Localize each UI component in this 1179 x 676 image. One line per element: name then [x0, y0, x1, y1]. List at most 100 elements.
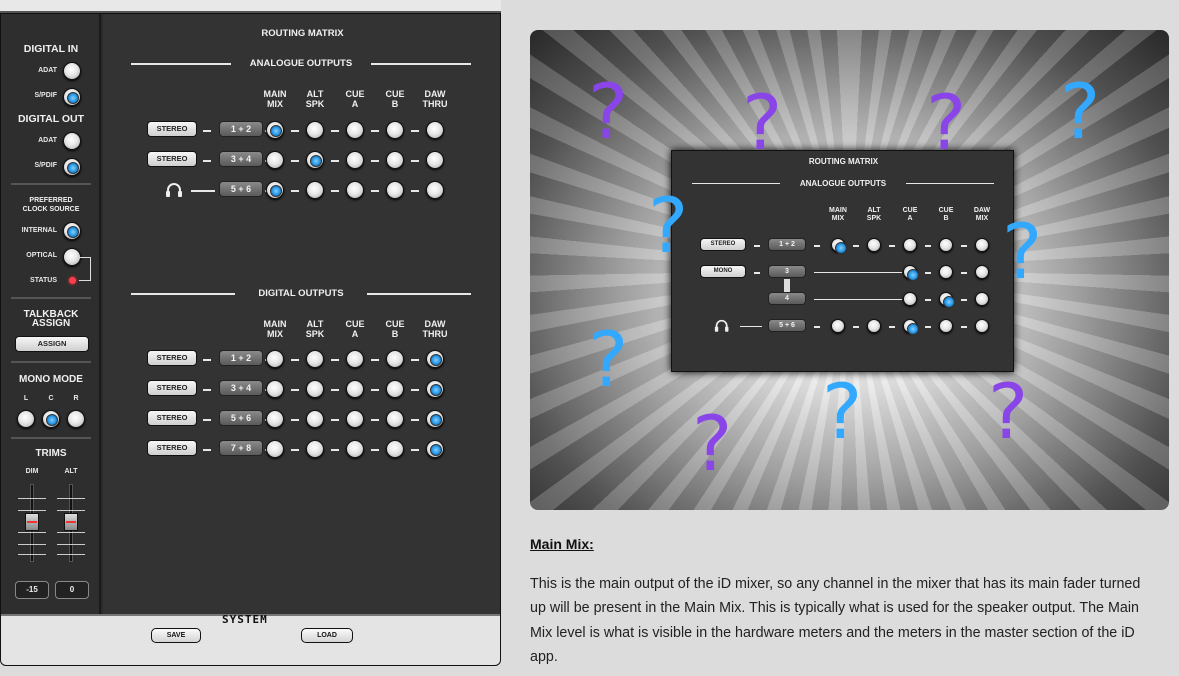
analogue-route-radio[interactable] — [386, 181, 404, 199]
digital-route-radio[interactable] — [346, 380, 364, 398]
connector-dash — [291, 389, 299, 391]
digital-route-radio[interactable] — [346, 350, 364, 368]
digital-route-radio[interactable] — [266, 410, 284, 428]
connector-line — [740, 326, 762, 327]
analogue-route-radio[interactable] — [266, 121, 284, 139]
digital-route-radio[interactable] — [306, 410, 324, 428]
connector-dash — [291, 419, 299, 421]
digital-route-radio[interactable] — [386, 380, 404, 398]
analogue-channel-label: 1 + 2 — [219, 121, 263, 137]
analogue-route-radio[interactable] — [346, 151, 364, 169]
analogue-route-radio[interactable] — [426, 121, 444, 139]
digital-route-radio[interactable] — [266, 380, 284, 398]
analogue-route-radio[interactable] — [346, 121, 364, 139]
digital-route-radio[interactable] — [346, 410, 364, 428]
hero-route-radio — [903, 265, 919, 281]
analogue-route-radio[interactable] — [346, 181, 364, 199]
connector-dash — [291, 130, 299, 132]
analogue-route-radio[interactable] — [306, 151, 324, 169]
mono-c-radio[interactable] — [42, 410, 60, 428]
column-header-line1: ALT — [306, 89, 324, 99]
load-button[interactable]: LOAD — [301, 628, 353, 643]
analogue-mode-button[interactable]: STEREO — [147, 121, 197, 137]
connector-dash — [961, 272, 967, 274]
dim-trim-value[interactable]: -15 — [15, 581, 49, 599]
column-header-4: DAW THRU — [415, 89, 455, 109]
hero-route-radio — [867, 319, 881, 333]
section-rule — [692, 183, 780, 184]
column-header-line1: ALT — [306, 319, 324, 329]
mono-l-radio[interactable] — [17, 410, 35, 428]
analogue-route-radio[interactable] — [426, 181, 444, 199]
connector-dash — [889, 326, 895, 328]
analogue-route-radio[interactable] — [306, 181, 324, 199]
digital-in-spdif-radio[interactable] — [63, 88, 81, 106]
column-header-line2: A — [351, 99, 359, 109]
hero-route-radio — [975, 319, 989, 333]
digital-route-radio[interactable] — [386, 350, 404, 368]
connector-dash — [291, 449, 299, 451]
column-header-line1: MAIN — [263, 319, 287, 329]
section-rule — [131, 293, 235, 295]
assign-button[interactable]: ASSIGN — [15, 336, 89, 352]
digital-route-radio[interactable] — [426, 410, 444, 428]
hero-column-header-line2: MIX — [975, 215, 989, 222]
connector-dash — [925, 299, 931, 301]
digital-route-radio[interactable] — [306, 380, 324, 398]
article-body: This is the main output of the iD mixer,… — [530, 576, 1141, 665]
digital-mode-button[interactable]: STEREO — [147, 440, 197, 456]
digital-route-radio[interactable] — [306, 350, 324, 368]
connector-dash — [371, 419, 379, 421]
digital-in-adat-radio[interactable] — [63, 62, 81, 80]
column-header-line2: THRU — [422, 99, 448, 109]
connector-line — [814, 272, 902, 273]
connector-dash — [331, 160, 339, 162]
digital-route-radio[interactable] — [266, 350, 284, 368]
digital-out-spdif-radio[interactable] — [63, 158, 81, 176]
connector-dash — [961, 245, 967, 247]
digital-out-adat-radio[interactable] — [63, 132, 81, 150]
digital-mode-button[interactable]: STEREO — [147, 410, 197, 426]
save-button[interactable]: SAVE — [151, 628, 201, 643]
mono-r-radio[interactable] — [67, 410, 85, 428]
connector-dash — [371, 359, 379, 361]
connector-dash — [411, 449, 419, 451]
hero-stereo-button: STEREO — [700, 238, 746, 251]
hero-channel-label: 5 + 6 — [768, 319, 806, 332]
digital-mode-button[interactable]: STEREO — [147, 380, 197, 396]
digital-route-radio[interactable] — [426, 440, 444, 458]
alt-trim-value[interactable]: 0 — [55, 581, 89, 599]
analogue-mode-button[interactable]: STEREO — [147, 151, 197, 167]
column-header-line1: CUE — [385, 319, 405, 329]
connector-line — [814, 299, 902, 300]
fader-tick — [18, 510, 46, 511]
digital-route-radio[interactable] — [386, 410, 404, 428]
hero-channel-label: 1 + 2 — [768, 238, 806, 251]
digital-route-radio[interactable] — [346, 440, 364, 458]
sidebar-divider — [11, 437, 91, 439]
digital-route-radio[interactable] — [266, 440, 284, 458]
column-header-line2: SPK — [305, 99, 325, 109]
connector-dash — [331, 449, 339, 451]
digital-route-radio[interactable] — [426, 350, 444, 368]
analogue-route-radio[interactable] — [266, 181, 284, 199]
analogue-route-radio[interactable] — [306, 121, 324, 139]
digital-route-radio[interactable] — [386, 440, 404, 458]
digital-route-radio[interactable] — [426, 380, 444, 398]
dim-fader-cap[interactable] — [25, 513, 39, 531]
digital-route-radio[interactable] — [306, 440, 324, 458]
analogue-route-radio[interactable] — [386, 151, 404, 169]
mono-link — [784, 279, 790, 293]
column-header-line1: MAIN — [263, 89, 287, 99]
alt-fader-cap[interactable] — [64, 513, 78, 531]
clock-internal-radio[interactable] — [63, 222, 81, 240]
digital-mode-button[interactable]: STEREO — [147, 350, 197, 366]
analogue-route-radio[interactable] — [386, 121, 404, 139]
mono-mode-heading: MONO MODE — [19, 374, 83, 385]
digital-out-adat-label: ADAT — [38, 137, 57, 144]
analogue-route-radio[interactable] — [426, 151, 444, 169]
mono-c-label: C — [48, 395, 54, 402]
analogue-route-radio[interactable] — [266, 151, 284, 169]
routing-app-window: DIGITAL IN ADAT S/PDIF DIGITAL OUT ADAT … — [0, 13, 501, 666]
digital-channel-label: 1 + 2 — [219, 350, 263, 366]
